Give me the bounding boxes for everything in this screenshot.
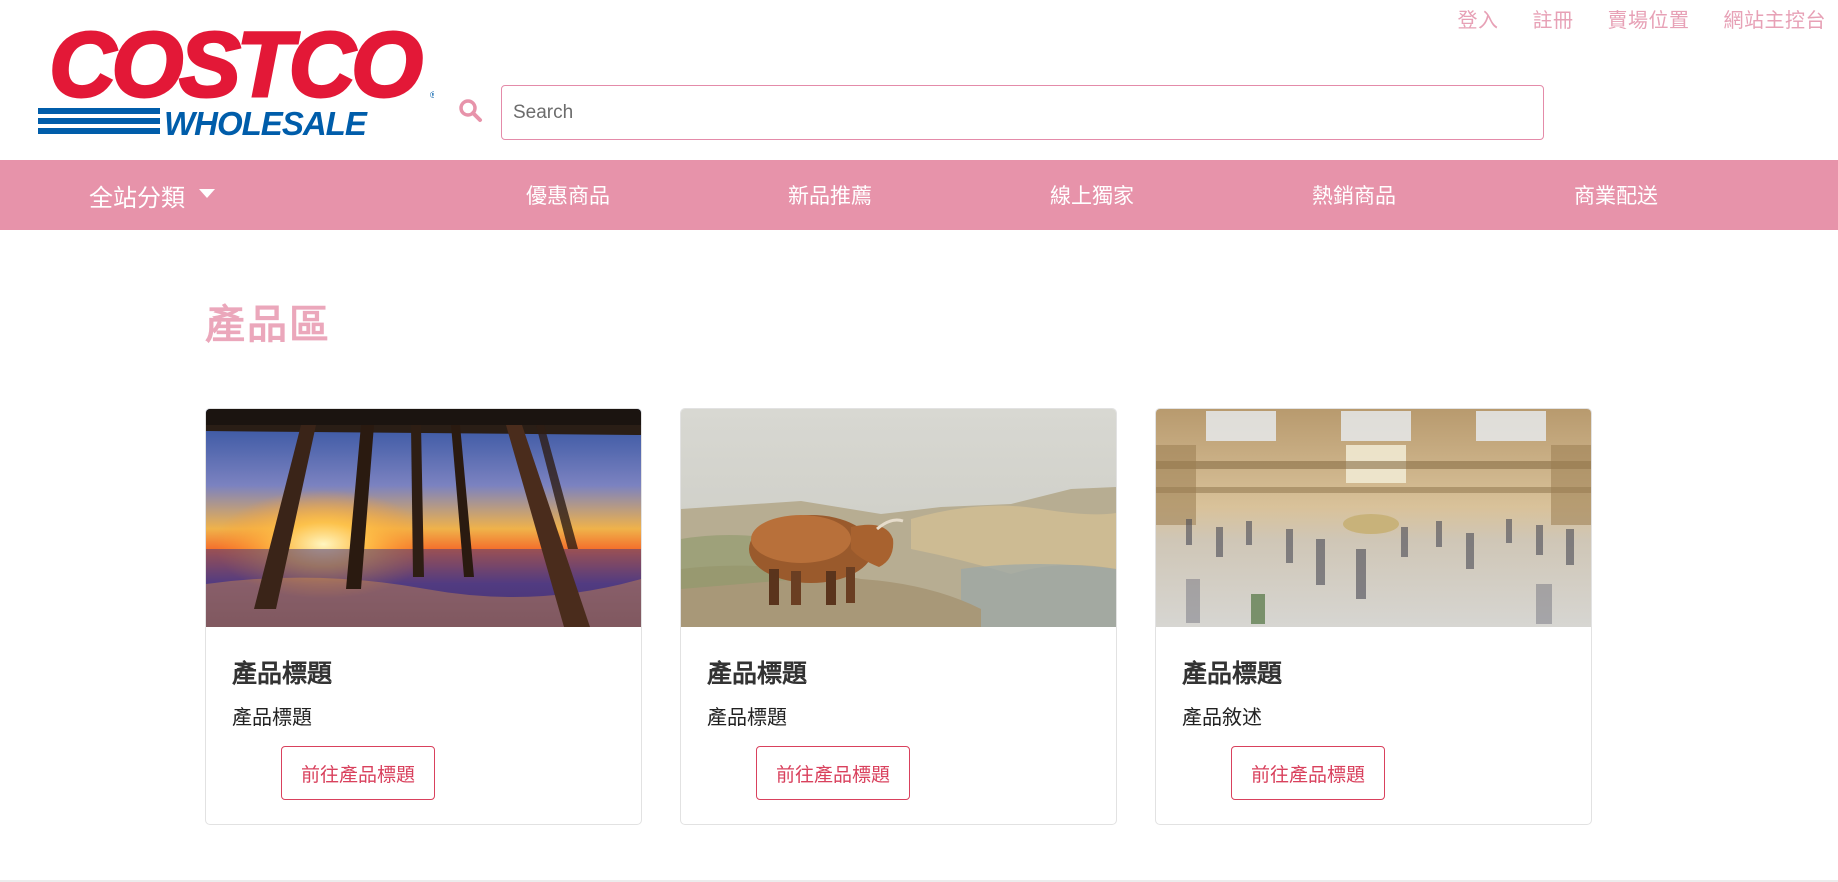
- store-location-link[interactable]: 賣場位置: [1596, 4, 1702, 33]
- search-icon[interactable]: [458, 98, 484, 124]
- search-input[interactable]: [501, 85, 1544, 140]
- product-text: 產品標題: [707, 705, 787, 729]
- product-card: 產品標題 產品標題 前往產品標題: [680, 408, 1117, 825]
- nav-item-new-arrivals[interactable]: 新品推薦: [750, 160, 910, 230]
- go-to-product-button[interactable]: 前往產品標題: [756, 746, 910, 800]
- product-text: 產品敘述: [1182, 705, 1262, 729]
- section-title: 產品區: [205, 301, 331, 348]
- product-title: 產品標題: [707, 659, 808, 688]
- all-categories-dropdown[interactable]: 全站分類: [89, 160, 215, 230]
- logo-text-costco: COSTCO: [49, 24, 422, 116]
- admin-console-link[interactable]: 網站主控台: [1712, 4, 1838, 33]
- product-card: 產品標題 產品敘述 前往產品標題: [1155, 408, 1592, 825]
- caret-down-icon: [199, 188, 215, 198]
- main-navbar: 全站分類 優惠商品 新品推薦 線上獨家 熱銷商品 商業配送: [0, 160, 1838, 230]
- product-title: 產品標題: [232, 659, 333, 688]
- go-to-product-button[interactable]: 前往產品標題: [281, 746, 435, 800]
- product-card: 產品標題 產品標題 前往產品標題: [205, 408, 642, 825]
- go-to-product-button[interactable]: 前往產品標題: [1231, 746, 1385, 800]
- login-link[interactable]: 登入: [1446, 4, 1511, 33]
- register-link[interactable]: 註冊: [1521, 4, 1586, 33]
- logo-text-wholesale: WHOLESALE: [164, 105, 368, 140]
- nav-item-best-sellers[interactable]: 熱銷商品: [1274, 160, 1434, 230]
- costco-logo[interactable]: COSTCO ® WHOLESALE: [34, 24, 434, 140]
- product-text: 產品標題: [232, 705, 312, 729]
- nav-item-deals[interactable]: 優惠商品: [488, 160, 648, 230]
- top-links: 登入 註冊 賣場位置 網站主控台: [1436, 4, 1838, 33]
- train-station-hall-photo: [1156, 409, 1591, 627]
- highland-cow-photo: [681, 409, 1116, 627]
- nav-item-business-delivery[interactable]: 商業配送: [1536, 160, 1696, 230]
- nav-item-online-exclusive[interactable]: 線上獨家: [1012, 160, 1172, 230]
- pier-sunset-photo: [206, 409, 641, 627]
- svg-text:®: ®: [430, 90, 434, 100]
- all-categories-label: 全站分類: [89, 183, 185, 212]
- product-title: 產品標題: [1182, 659, 1283, 688]
